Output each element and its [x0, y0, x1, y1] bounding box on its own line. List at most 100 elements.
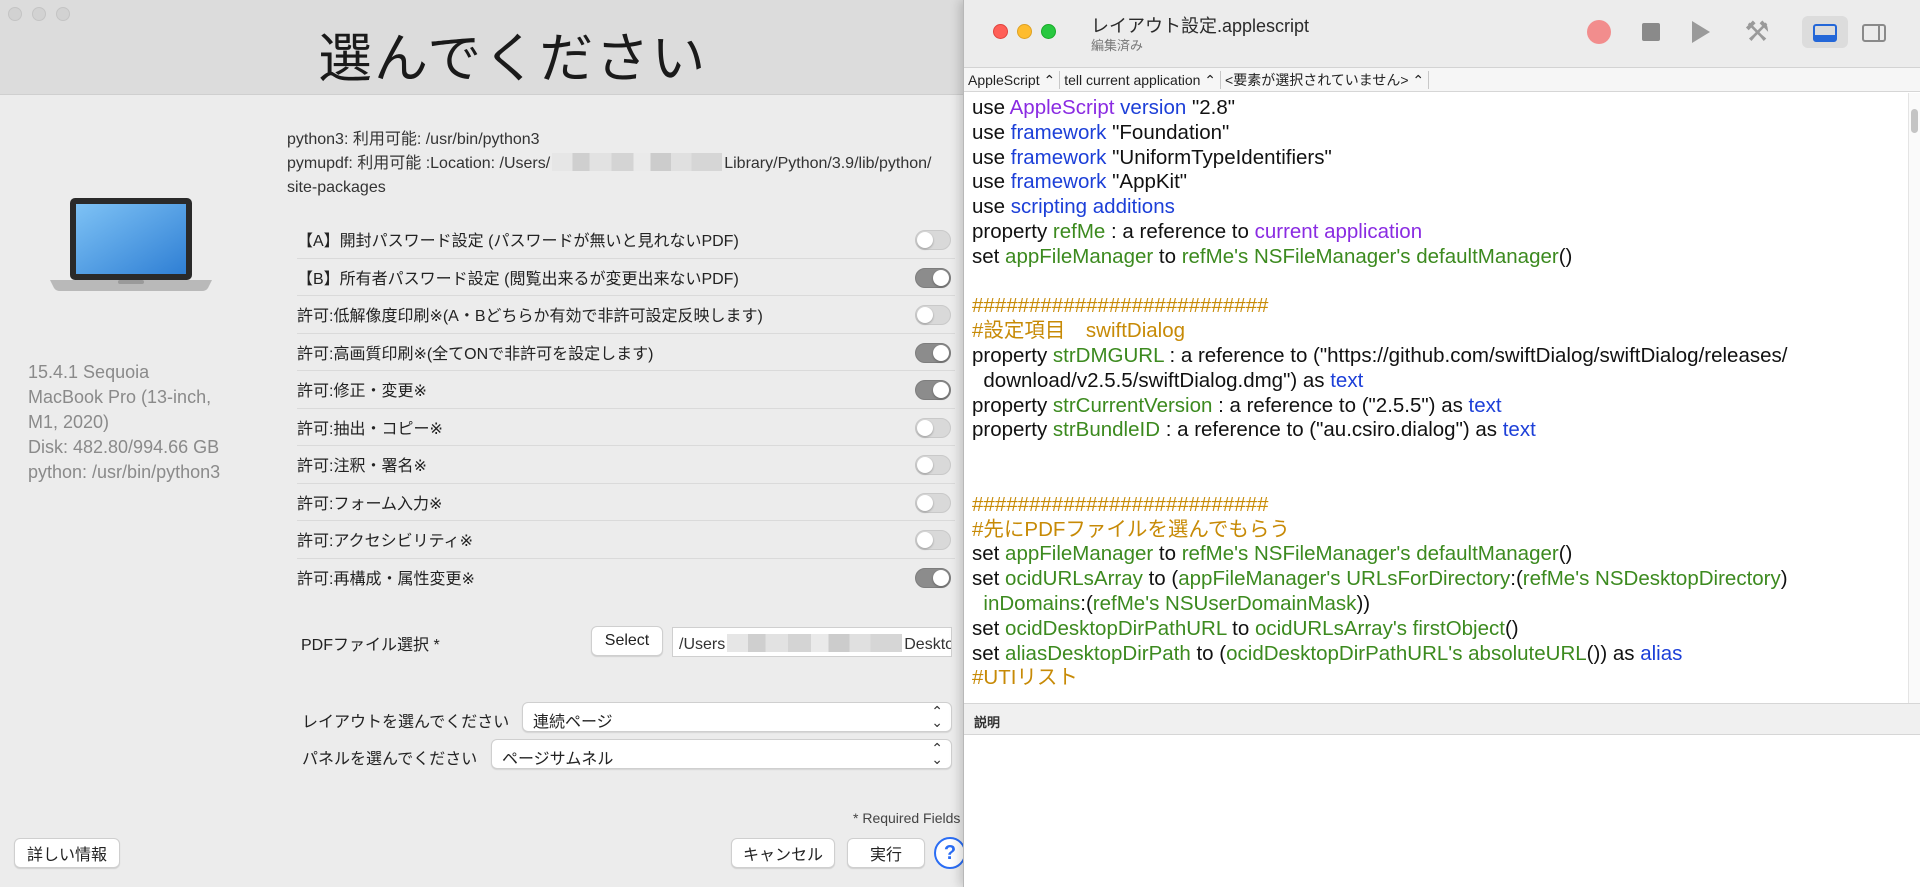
editor-toolbar: レイアウト設定.applescript 編集済み ⚒ [964, 0, 1920, 68]
pdf-path-field[interactable]: /Users Deskto [672, 627, 952, 657]
toggle-switch[interactable] [915, 267, 951, 288]
redacted-path [727, 634, 903, 652]
code-line: set aliasDesktopDirPath to (ocidDesktopD… [972, 642, 1902, 667]
redacted-username [552, 153, 723, 171]
code-line: #設定項目 swiftDialog [972, 319, 1902, 344]
vertical-scrollbar[interactable] [1908, 93, 1920, 703]
language-selector[interactable]: AppleScript ⌃ [964, 70, 1061, 89]
model-line1: MacBook Pro (13-inch, [28, 387, 212, 407]
python-status: python3: 利用可能: /usr/bin/python3 pymupdf:… [287, 128, 965, 200]
select-file-button[interactable]: Select [591, 626, 663, 656]
disk-info: Disk: 482.80/994.66 GB [28, 437, 220, 457]
code-token: appFileManager [1005, 244, 1154, 268]
target-selector[interactable]: tell current application ⌃ [1060, 70, 1222, 89]
code-token: refMe's NSUserDomainMask [1092, 591, 1357, 615]
dialog-header: 選んでください [0, 0, 965, 95]
permission-toggles: 【A】開封パスワード設定 (パスワードが無いと見れないPDF) 【B】所有者パスワ… [297, 221, 955, 596]
toggle-knob [917, 232, 933, 248]
description-area[interactable] [964, 735, 1920, 887]
run-button[interactable]: 実行 [847, 838, 925, 868]
code-line: property strCurrentVersion : a reference… [972, 394, 1902, 419]
code-token: refMe [1052, 219, 1106, 243]
os-version: 15.4.1 Sequoia [28, 362, 150, 382]
code-line: use framework "Foundation" [972, 121, 1902, 146]
toggle-knob [933, 344, 949, 361]
code-token: alias [1640, 641, 1683, 665]
toggle-switch[interactable] [915, 305, 951, 325]
toggle-switch[interactable] [915, 455, 951, 475]
layout-select[interactable]: 連続ページ ⌃ ⌄ [522, 702, 952, 732]
toggle-row: 許可:修正・変更※ [297, 371, 955, 409]
code-token: "UniformTypeIdentifiers" [1106, 145, 1332, 169]
run-icon[interactable] [1692, 21, 1710, 43]
code-editor[interactable]: use AppleScript version "2.8" use framewo… [972, 96, 1902, 691]
code-token: use [972, 96, 1010, 119]
record-icon[interactable] [1587, 20, 1611, 44]
code-token: to ( [1142, 567, 1179, 591]
toggle-switch[interactable] [915, 492, 951, 513]
dialog-window: 選んでください 15.4.1 Sequoia MacBook Pro (13-i… [0, 0, 965, 887]
code-token: property [972, 393, 1053, 417]
toggle-switch[interactable] [915, 567, 951, 588]
help-button[interactable]: ? [934, 837, 965, 869]
path-prefix: /Users [679, 636, 726, 653]
system-info: 15.4.1 Sequoia MacBook Pro (13-inch, M1,… [28, 360, 243, 485]
code-token: : a reference to [1105, 219, 1255, 243]
code-line: #UTIリスト [972, 666, 1902, 691]
toggle-switch[interactable] [915, 417, 951, 438]
code-token: download/v2.5.5/swiftDialog.dmg") as [972, 368, 1331, 392]
layout-label: レイアウトを選んでください [302, 714, 510, 731]
code-token: ocidDesktopDirPathURL [1005, 616, 1227, 640]
panel-select[interactable]: ページサムネル ⌃ ⌄ [491, 739, 952, 769]
toggle-row: 許可:フォーム入力※ [297, 484, 955, 521]
toggle-knob [933, 382, 949, 398]
code-token: refMe's NSFileManager's defaultManager [1181, 542, 1559, 566]
compile-hammer-icon[interactable]: ⚒ [1739, 14, 1775, 50]
code-line: ########################## [972, 294, 1902, 319]
code-line: inDomains:(refMe's NSUserDomainMask)) [972, 592, 1902, 617]
code-token: () [1504, 616, 1519, 640]
code-token: ocidURLsArray [1005, 567, 1143, 591]
updown-chevron-icon: ⌃ ⌄ [931, 740, 943, 767]
toggle-switch[interactable] [915, 530, 951, 550]
dialog-title: 選んでください [318, 27, 708, 90]
cancel-button[interactable]: キャンセル [731, 838, 835, 868]
stop-icon[interactable] [1642, 23, 1660, 41]
updown-chevron-icon: ⌃ ⌄ [931, 703, 943, 730]
panel-select-value: ページサムネル [502, 751, 614, 768]
script-editor-window: レイアウト設定.applescript 編集済み ⚒ AppleScript ⌃… [963, 0, 1920, 887]
code-token: to [1226, 616, 1255, 640]
toggle-label: 許可:修正・変更※ [297, 383, 427, 401]
code-token: set [972, 616, 1006, 640]
toggle-label: 許可:アクセシビリティ※ [297, 533, 474, 551]
show-sidebar-icon[interactable] [1862, 24, 1886, 42]
code-token: text [1468, 393, 1502, 417]
code-token: property [972, 343, 1053, 367]
code-token: to ( [1190, 641, 1227, 665]
toggle-row: 【A】開封パスワード設定 (パスワードが無いと見れないPDF) [297, 221, 955, 259]
code-token: appFileManager's URLsForDirectory [1178, 567, 1511, 591]
element-selector[interactable]: <要素が選択されていません> ⌃ [1221, 70, 1430, 89]
code-token: property [972, 219, 1053, 243]
code-line: download/v2.5.5/swiftDialog.dmg") as tex… [972, 369, 1902, 394]
close-window-icon[interactable] [993, 24, 1008, 39]
details-button[interactable]: 詳しい情報 [14, 838, 121, 868]
toggle-switch[interactable] [915, 342, 951, 363]
code-token: () [1558, 542, 1573, 566]
pymupdf-suffix: Library/Python/3.9/lib/python/ [724, 155, 932, 172]
minimize-window-icon[interactable] [1017, 24, 1032, 39]
scrollbar-thumb[interactable] [1911, 109, 1918, 133]
code-line: use framework "AppKit" [972, 170, 1902, 195]
toggle-switch[interactable] [915, 230, 951, 250]
toggle-row: 【B】所有者パスワード設定 (閲覧出来るが変更出来ないPDF) [297, 259, 955, 296]
code-token: #UTIリスト [972, 666, 1078, 690]
python-path: python: /usr/bin/python3 [28, 462, 221, 482]
code-line: use AppleScript version "2.8" [972, 96, 1902, 121]
show-log-pane-icon[interactable] [1802, 16, 1848, 48]
toggle-switch[interactable] [915, 380, 951, 400]
code-token: framework [1010, 170, 1107, 194]
model-line2: M1, 2020) [28, 412, 110, 432]
zoom-window-icon[interactable] [1041, 24, 1056, 39]
